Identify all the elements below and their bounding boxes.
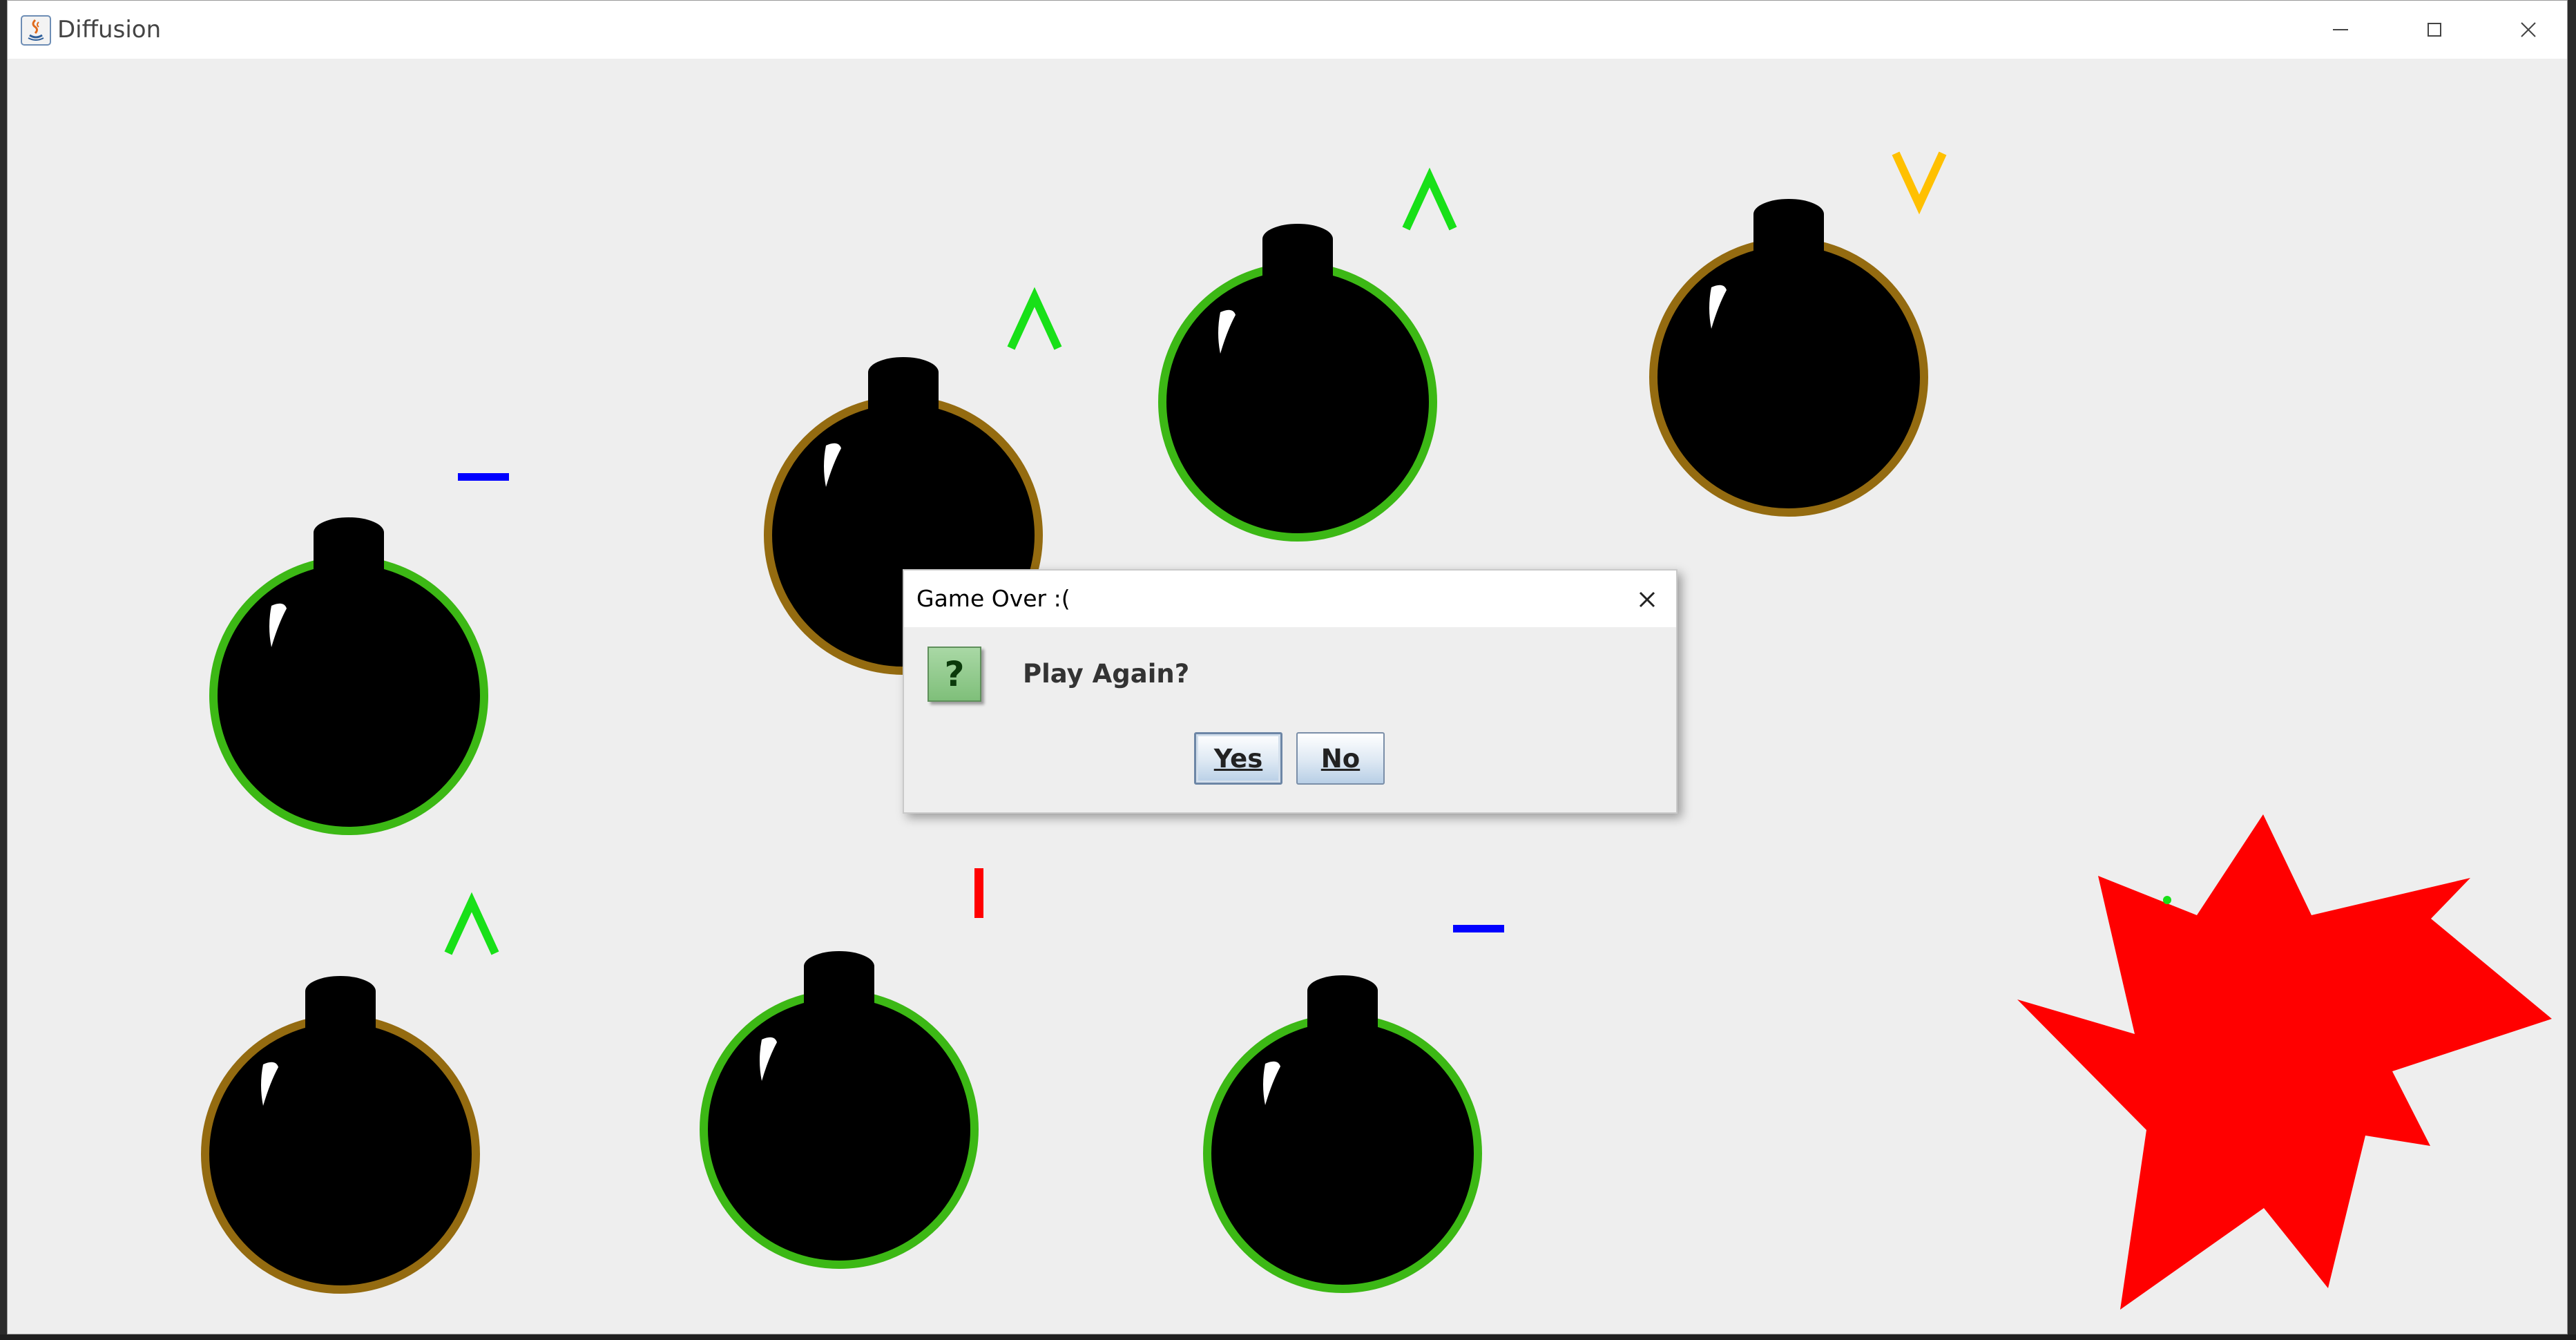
window-title: Diffusion (57, 16, 162, 44)
bomb[interactable] (1158, 224, 1437, 542)
close-icon (2521, 22, 2536, 37)
minimize-icon (2333, 29, 2348, 30)
bomb[interactable] (201, 976, 480, 1294)
dialog-title-bar[interactable]: Game Over :( (904, 571, 1676, 627)
minimize-button[interactable] (2294, 1, 2387, 59)
dialog-message: Play Again? (1023, 659, 1190, 689)
question-icon: ? (927, 647, 981, 702)
indicator-bar (974, 868, 983, 918)
indicator-minus (458, 473, 509, 481)
explosion (2017, 814, 2552, 1310)
dialog-title: Game Over :( (916, 585, 1070, 612)
indicator-up (1007, 287, 1062, 350)
close-button[interactable] (2481, 1, 2575, 59)
maximize-button[interactable] (2387, 1, 2481, 59)
bomb[interactable] (700, 951, 979, 1269)
title-bar[interactable]: Diffusion (8, 1, 2567, 59)
indicator-minus (1453, 925, 1504, 932)
bomb[interactable] (1649, 199, 1928, 517)
game-over-dialog: Game Over :( ? Play Again? Yes No (903, 569, 1678, 814)
dialog-close-icon[interactable] (1633, 586, 1661, 613)
bomb[interactable] (209, 517, 488, 835)
indicator-down (1892, 151, 1947, 215)
bomb[interactable] (1203, 975, 1482, 1293)
indicator-up (1402, 167, 1457, 231)
java-app-icon (21, 15, 51, 46)
no-button[interactable]: No (1296, 732, 1385, 785)
yes-button[interactable]: Yes (1194, 732, 1282, 785)
maximize-icon (2428, 23, 2441, 37)
taskbar-edge (0, 1334, 2576, 1340)
indicator-up (444, 892, 499, 955)
spark (2163, 896, 2171, 904)
